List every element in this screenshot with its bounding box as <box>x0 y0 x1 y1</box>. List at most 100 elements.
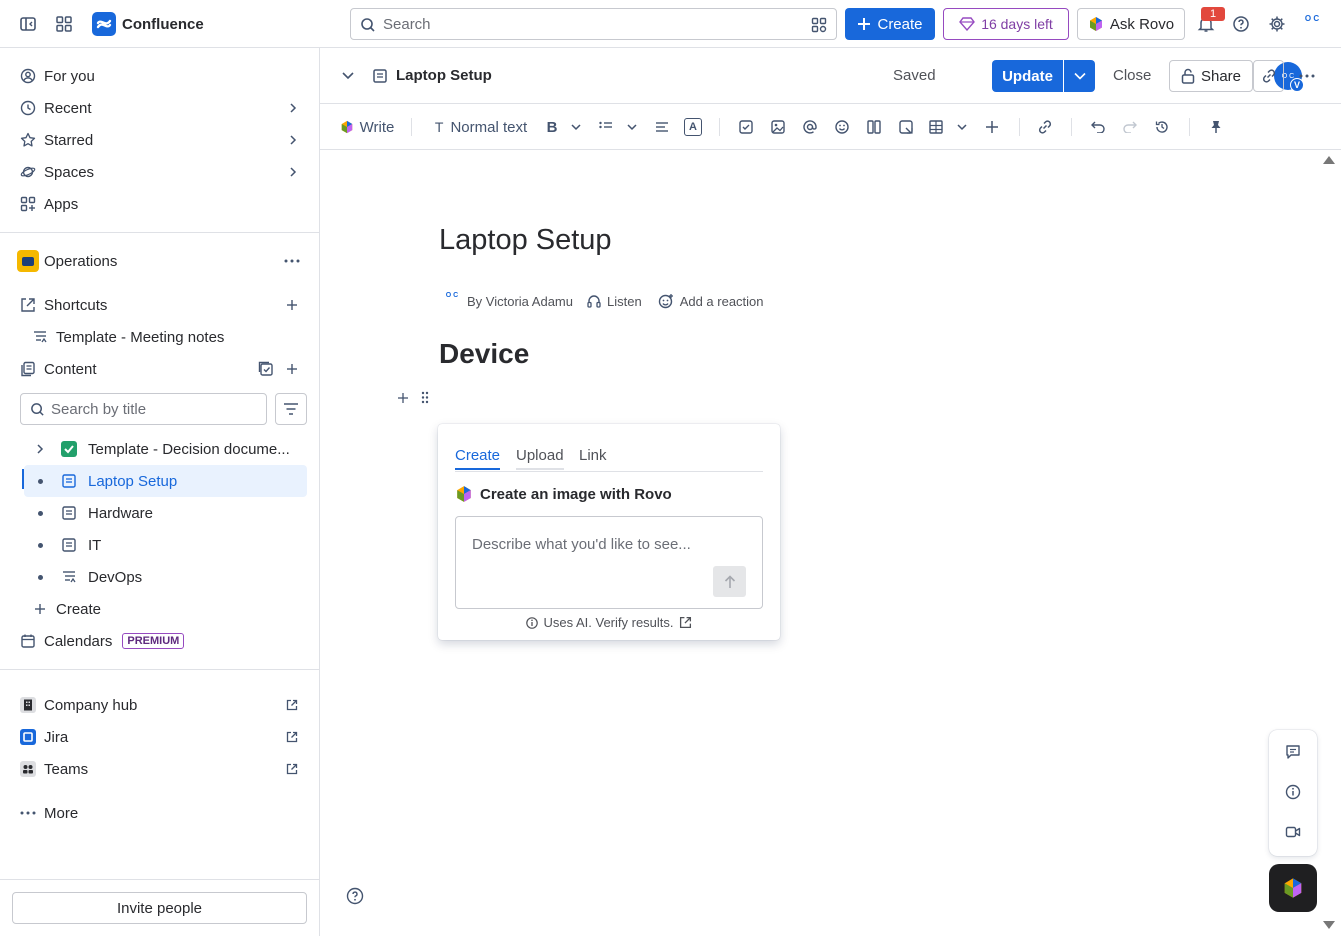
tree-item-devops[interactable]: DevOps <box>24 561 307 593</box>
settings-gear-icon[interactable] <box>1265 12 1289 36</box>
sidebar-item-spaces[interactable]: Spaces <box>12 156 308 188</box>
tab-upload[interactable]: Upload <box>516 447 564 470</box>
chevron-right-icon[interactable] <box>288 135 298 145</box>
help-icon[interactable] <box>1229 12 1253 36</box>
image-prompt-textarea[interactable]: Describe what you'd like to see... <box>455 516 763 609</box>
document-heading[interactable]: Device <box>439 338 529 370</box>
emoji-icon[interactable] <box>832 104 852 150</box>
tree-create-button[interactable]: Create <box>24 593 307 625</box>
plus-icon <box>858 18 871 30</box>
table-icon[interactable] <box>926 104 946 150</box>
global-search-input[interactable]: Search <box>350 8 837 40</box>
action-item-checkbox-icon[interactable] <box>736 104 756 150</box>
sidebar-item-label: Starred <box>44 131 94 149</box>
list-options-chevron-icon[interactable] <box>624 104 640 150</box>
sidebar-shortcuts[interactable]: Shortcuts <box>12 289 308 321</box>
insert-plus-icon[interactable] <box>982 104 1002 150</box>
teams-people-icon <box>12 761 44 777</box>
tab-create[interactable]: Create <box>455 447 501 470</box>
align-left-icon[interactable] <box>652 104 672 150</box>
redo-icon[interactable] <box>1120 104 1140 150</box>
author-avatar[interactable]: O C <box>443 292 461 310</box>
link-icon[interactable] <box>1035 104 1055 150</box>
sidebar-app-jira[interactable]: Jira <box>12 721 308 753</box>
tab-link[interactable]: Link <box>579 447 607 468</box>
sidebar-toggle-icon[interactable] <box>16 12 40 36</box>
bulk-edit-icon[interactable] <box>258 361 274 377</box>
table-options-chevron-icon[interactable] <box>954 104 970 150</box>
tree-item-it[interactable]: IT <box>24 529 307 561</box>
help-icon[interactable] <box>346 887 364 905</box>
space-header-operations[interactable]: Operations <box>12 245 308 277</box>
insert-block-plus-icon[interactable] <box>397 392 409 404</box>
chevron-down-icon[interactable] <box>342 71 354 81</box>
pin-toolbar-icon[interactable] <box>1206 104 1226 150</box>
bullet-list-icon[interactable] <box>596 104 616 150</box>
smart-link-icon[interactable] <box>896 104 916 150</box>
sidebar-item-for-you[interactable]: For you <box>12 60 308 92</box>
external-link-icon[interactable] <box>286 699 298 711</box>
write-button[interactable]: Write <box>336 104 398 150</box>
bold-button[interactable]: B <box>542 104 562 150</box>
submit-prompt-button[interactable] <box>713 566 746 597</box>
shortcut-item-meeting-notes[interactable]: Template - Meeting notes <box>24 321 308 353</box>
breadcrumb-page-title[interactable]: Laptop Setup <box>396 67 492 84</box>
layout-columns-icon[interactable] <box>864 104 884 150</box>
update-options-button[interactable] <box>1064 60 1095 92</box>
undo-icon[interactable] <box>1088 104 1108 150</box>
search-filter-icon[interactable] <box>811 17 827 33</box>
add-shortcut-plus-icon[interactable] <box>286 299 298 311</box>
tree-item-decision-template[interactable]: Template - Decision docume... <box>24 433 307 465</box>
add-content-plus-icon[interactable] <box>286 363 298 375</box>
chevron-right-icon[interactable] <box>24 444 56 454</box>
document-title[interactable]: Laptop Setup <box>439 224 612 257</box>
copy-link-button[interactable] <box>1253 60 1284 92</box>
more-horizontal-icon[interactable] <box>284 259 300 263</box>
close-button[interactable]: Close <box>1113 67 1151 84</box>
comment-icon[interactable] <box>1285 744 1301 760</box>
external-link-icon[interactable] <box>679 616 692 629</box>
text-color-icon[interactable]: A <box>682 104 704 150</box>
sidebar-app-company-hub[interactable]: Company hub <box>12 689 308 721</box>
share-button[interactable]: Share <box>1169 60 1253 92</box>
create-button[interactable]: Create <box>845 8 935 40</box>
video-record-icon[interactable] <box>1285 824 1301 840</box>
external-link-icon[interactable] <box>286 763 298 775</box>
listen-button[interactable]: Listen <box>607 294 642 309</box>
app-switcher-icon[interactable] <box>52 12 76 36</box>
invite-people-button[interactable]: Invite people <box>12 892 307 924</box>
sidebar-item-starred[interactable]: Starred <box>12 124 308 156</box>
sidebar-search-input[interactable]: Search by title <box>20 393 267 425</box>
sidebar-item-apps[interactable]: Apps <box>12 188 308 220</box>
rovo-chat-button[interactable] <box>1269 864 1317 912</box>
scroll-down-arrow-icon[interactable] <box>1322 920 1336 930</box>
tree-item-laptop-setup[interactable]: Laptop Setup <box>24 465 307 497</box>
sidebar-more[interactable]: More <box>12 797 308 829</box>
scroll-up-arrow-icon[interactable] <box>1322 155 1336 165</box>
add-reaction-button[interactable]: Add a reaction <box>680 294 764 309</box>
confluence-logo[interactable]: Confluence <box>92 12 204 36</box>
sidebar-content[interactable]: Content <box>12 353 308 385</box>
sidebar-app-teams[interactable]: Teams <box>12 753 308 785</box>
sidebar-calendars[interactable]: Calendars PREMIUM <box>12 625 308 657</box>
chevron-right-icon[interactable] <box>288 103 298 113</box>
author-name[interactable]: By Victoria Adamu <box>467 294 573 309</box>
more-formatting-chevron-icon[interactable] <box>568 104 584 150</box>
toolbar-separator <box>1019 118 1020 136</box>
tree-item-hardware[interactable]: Hardware <box>24 497 307 529</box>
text-style-dropdown[interactable]: T Normal text <box>430 104 532 150</box>
drag-handle-icon[interactable] <box>421 391 429 404</box>
trial-button[interactable]: 16 days left <box>943 8 1069 40</box>
external-link-icon[interactable] <box>286 731 298 743</box>
image-icon[interactable] <box>768 104 788 150</box>
sidebar-item-recent[interactable]: Recent <box>12 92 308 124</box>
profile-avatar[interactable]: O C <box>1300 14 1324 34</box>
version-history-icon[interactable] <box>1152 104 1172 150</box>
mention-at-icon[interactable] <box>800 104 820 150</box>
ask-rovo-button[interactable]: Ask Rovo <box>1077 8 1185 40</box>
more-actions-icon[interactable] <box>1299 74 1315 78</box>
update-button[interactable]: Update <box>992 60 1063 92</box>
filter-button[interactable] <box>275 393 307 425</box>
info-icon[interactable] <box>1285 784 1301 800</box>
chevron-right-icon[interactable] <box>288 167 298 177</box>
